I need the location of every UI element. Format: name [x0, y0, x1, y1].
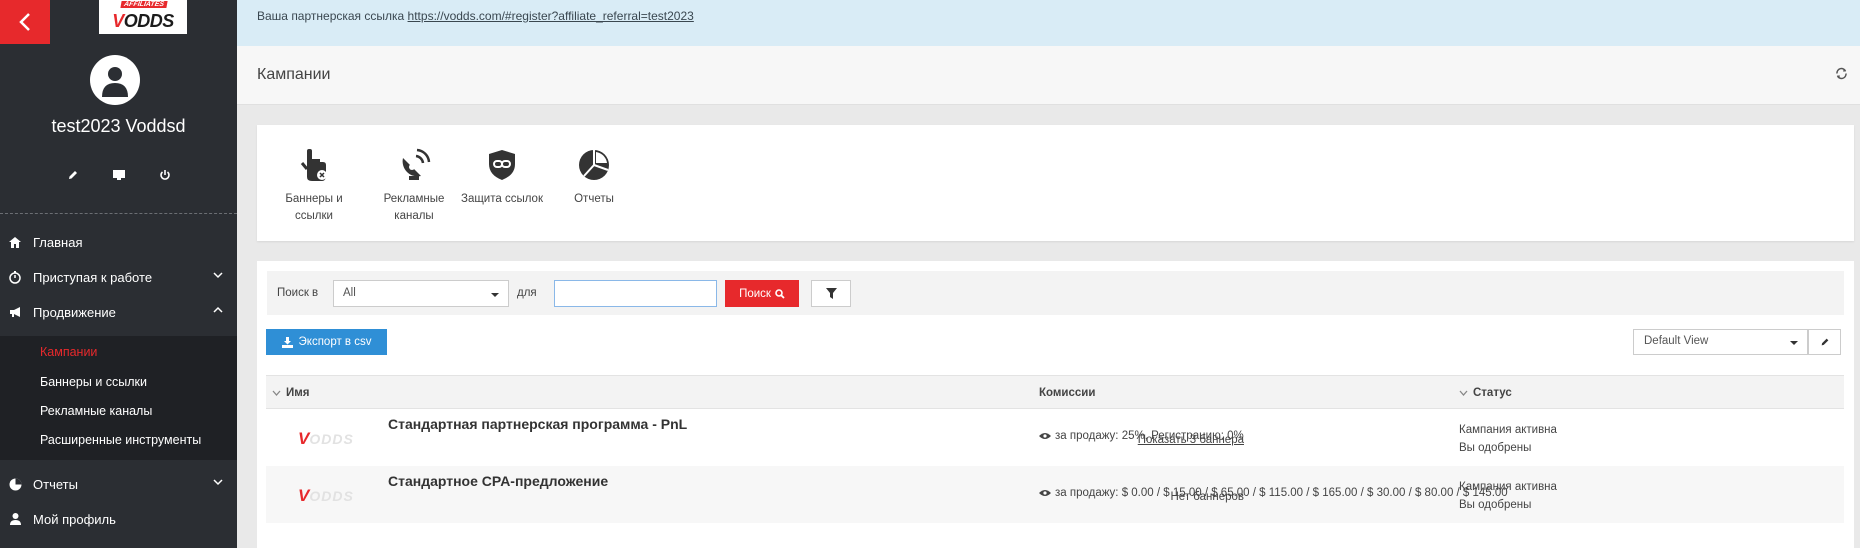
logout-button[interactable] [156, 166, 174, 184]
commission-cell: за продажу: $ 0.00 / $ 15.00 / $ 65.00 /… [1039, 487, 1508, 499]
quick-link-banners[interactable]: Баннеры и ссылки [269, 145, 359, 225]
affiliate-link-banner: Ваша партнерская ссылка https://vodds.co… [237, 0, 1860, 46]
link-shield-icon [482, 145, 522, 185]
profile-actions [0, 166, 237, 184]
search-in-label: Поиск в [277, 287, 319, 299]
eye-icon[interactable] [1039, 489, 1051, 497]
username: test2023 Voddsd [51, 116, 186, 136]
sort-icon [1459, 390, 1468, 396]
sidebar-item-promotion[interactable]: Продвижение [0, 297, 237, 327]
search-input[interactable] [554, 280, 717, 307]
caret-down-icon [1790, 341, 1798, 345]
caret-down-icon [491, 293, 499, 297]
view-select[interactable]: Default View [1633, 329, 1808, 355]
submenu-banners-links[interactable]: Баннеры и ссылки [40, 375, 147, 389]
column-header-commissions: Комиссии [1039, 387, 1096, 399]
submenu-ad-channels[interactable]: Рекламные каналы [40, 404, 152, 418]
export-csv-button[interactable]: Экспорт в csv [266, 329, 387, 355]
brand-logo[interactable]: AFFILIATES VODDS [99, 0, 187, 34]
pencil-icon [1821, 338, 1828, 346]
home-icon [8, 235, 22, 249]
pie-chart-icon [574, 145, 614, 185]
table-header: Имя Комиссии Статус [266, 375, 1844, 409]
quick-link-ad-channels[interactable]: Рекламные каналы [369, 145, 459, 225]
filter-button[interactable] [811, 280, 851, 307]
chevron-down-icon [213, 479, 223, 486]
quick-link-reports[interactable]: Отчеты [549, 145, 639, 208]
status-approved: Вы одобрены [1459, 442, 1532, 454]
status-cell: Кампания активна Вы одобрены [1459, 478, 1557, 514]
refresh-button[interactable] [1835, 67, 1848, 83]
hand-click-icon [294, 145, 334, 185]
chevron-down-icon [213, 272, 223, 279]
eye-icon[interactable] [1039, 432, 1051, 440]
search-bar: Поиск в All для Поиск [267, 271, 1844, 315]
user-icon [8, 512, 22, 526]
campaigns-table: Имя Комиссии Статус VODDS Стандартная па… [266, 375, 1844, 523]
user-avatar-icon [102, 67, 128, 97]
filter-icon [825, 288, 837, 299]
table-row: VODDS Стандартная партнерская программа … [266, 409, 1844, 466]
sidebar-divider [0, 213, 237, 214]
collapse-sidebar-button[interactable] [0, 0, 50, 44]
status-active: Кампания активна [1459, 481, 1557, 493]
submenu-advanced-tools[interactable]: Расширенные инструменты [40, 433, 201, 447]
campaign-logo: VODDS [298, 429, 354, 448]
quick-link-link-protection[interactable]: Защита ссылок [457, 145, 547, 208]
satellite-dish-icon [394, 145, 434, 185]
page-title: Кампании [257, 66, 331, 83]
table-row: VODDS Стандартное CPA-предложение Нет ба… [266, 466, 1844, 523]
sidebar-item-getting-started[interactable]: Приступая к работе [0, 262, 237, 292]
sidebar-item-profile[interactable]: Мой профиль [0, 504, 237, 534]
affiliate-link-label: Ваша партнерская ссылка [257, 9, 405, 23]
commission-cell: за продажу: 25%, Регистрацию: 0% [1039, 430, 1244, 442]
sort-icon [272, 390, 281, 396]
search-button[interactable]: Поиск [725, 280, 799, 307]
pie-icon [8, 477, 22, 491]
search-for-label: для [517, 287, 537, 299]
campaign-name: Стандартное CPA-предложение [388, 473, 609, 489]
quick-links-panel: Баннеры и ссылки Рекламные каналы Защита… [257, 125, 1854, 241]
chevron-left-icon [19, 13, 30, 31]
promotion-submenu: Кампании Баннеры и ссылки Рекламные кана… [0, 336, 237, 460]
pencil-icon [68, 171, 77, 179]
monitor-icon [112, 170, 125, 180]
desktop-button[interactable] [110, 166, 128, 184]
affiliate-link[interactable]: https://vodds.com/#register?affiliate_re… [408, 9, 694, 23]
megaphone-icon [8, 305, 22, 319]
refresh-icon [1836, 67, 1847, 80]
column-header-name[interactable]: Имя [272, 387, 309, 399]
power-icon [159, 170, 170, 180]
status-cell: Кампания активна Вы одобрены [1459, 421, 1557, 457]
avatar[interactable] [90, 55, 140, 105]
edit-profile-button[interactable] [64, 166, 82, 184]
campaigns-panel: Поиск в All для Поиск Экспорт в csv Defa… [257, 261, 1854, 548]
column-header-status[interactable]: Статус [1459, 387, 1512, 399]
download-icon [281, 336, 293, 348]
sidebar: AFFILIATES VODDS test2023 Voddsd Главная… [0, 0, 237, 548]
sidebar-item-home[interactable]: Главная [0, 227, 237, 257]
sidebar-item-reports[interactable]: Отчеты [0, 469, 237, 499]
status-approved: Вы одобрены [1459, 499, 1532, 511]
chevron-up-icon [213, 306, 223, 313]
search-icon [775, 288, 785, 299]
timer-icon [8, 270, 22, 284]
campaign-name: Стандартная партнерская программа - PnL [388, 416, 688, 432]
page-header: Кампании [237, 46, 1860, 105]
search-field-select[interactable]: All [333, 280, 509, 307]
campaign-logo: VODDS [298, 486, 354, 505]
status-active: Кампания активна [1459, 424, 1557, 436]
edit-view-button[interactable] [1808, 329, 1841, 355]
submenu-campaigns[interactable]: Кампании [40, 345, 97, 359]
